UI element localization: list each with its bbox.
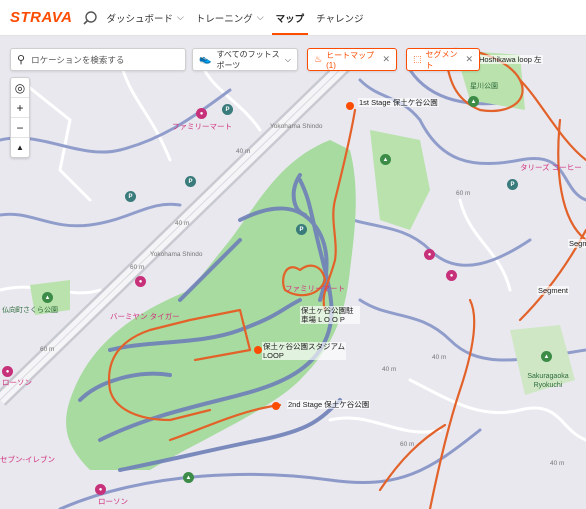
poi-familymart[interactable]: ファミリーマート [285,283,345,294]
nav-training-label: トレーニング [195,13,253,25]
segment-label[interactable]: Segment [537,286,570,295]
nav-challenges[interactable]: チャレンジ [316,0,363,35]
road-label: Yokohama Shindo [270,123,323,130]
road-label: 40 m [236,148,251,155]
heatmap-chip-label: ヒートマップ (1) [326,50,375,70]
chevron-down-icon: ⌵ [256,12,264,22]
nav-dashboard[interactable]: ダッシュボード ⌵ [106,0,183,35]
road-label: 40 m [550,460,565,467]
poi-lawson[interactable]: ローソン [98,496,128,507]
road-label: 60 m [400,441,415,448]
segment-icon: ⬚ [413,54,422,64]
shop-pin-icon[interactable]: ● [424,249,435,260]
segment-label[interactable]: 2nd Stage 保土ケ谷公園 [287,400,371,409]
road-label: 60 m [456,190,471,197]
close-icon[interactable]: ✕ [382,54,390,65]
park-pin-icon[interactable]: ▲ [380,154,391,165]
segment-start-icon[interactable] [346,102,354,110]
segment-label[interactable]: 保土ヶ谷公園駐車場 L O O P [300,306,360,324]
search-icon: ⚲ [17,54,26,66]
segment-chip[interactable]: ⬚ セグメント ✕ [406,48,480,71]
poi-restaurant[interactable]: バーミヤン タイガー [110,311,180,322]
segment-label[interactable]: 1st Stage 保土ケ谷公園 [358,98,439,107]
segment-label[interactable]: Segm [568,239,586,248]
poi-tullys[interactable]: タリーズ コーヒー [520,162,582,173]
park-pin-icon[interactable]: ▲ [42,292,53,303]
road-label: 60 m [130,264,145,271]
heatmap-chip[interactable]: ♨ ヒートマップ (1) ✕ [307,48,397,71]
chevron-down-icon: ⌵ [284,54,291,64]
nav-maps-label: マップ [275,13,305,25]
segment-label[interactable]: Hoshikawa loop 左 [478,55,543,64]
parking-pin-icon[interactable]: P [296,224,307,235]
segment-start-icon[interactable] [272,402,280,410]
parking-pin-icon[interactable]: P [507,179,518,190]
poi-seven-eleven[interactable]: セブン-イレブン [0,454,55,465]
shop-pin-icon[interactable]: ● [2,366,13,377]
road-label: 40 m [432,354,447,361]
segment-start-icon[interactable] [254,346,262,354]
segment-chip-label: セグメント [425,49,458,70]
nav-training[interactable]: トレーニング ⌵ [196,0,264,35]
sport-filter-dropdown[interactable]: 👟 すべてのフットスポーツ ⌵ [192,48,298,71]
chevron-down-icon: ⌵ [176,12,184,22]
top-navigation: STRAVA ダッシュボード ⌵ トレーニング ⌵ マップ チャレンジ [0,0,586,36]
segment-label[interactable]: 保土ヶ谷公園スタジアムLOOP [262,342,346,360]
location-search-placeholder: ロケーションを検索する [31,54,125,65]
road-label: Yokohama Shindo [150,251,203,258]
sport-filter-label: すべてのフットスポーツ [216,49,280,70]
map-drawing [0,36,586,509]
map-controls: ◎ + − ▲ [10,77,30,158]
road-label: 40 m [175,220,190,227]
strava-logo[interactable]: STRAVA [10,9,72,26]
road-label: 60 m [40,346,55,353]
park-pin-icon[interactable]: ▲ [183,472,194,483]
park-label: 仏向町さくら公園 [2,307,58,314]
nav-maps[interactable]: マップ [271,0,308,35]
parking-pin-icon[interactable]: P [185,176,196,187]
zoom-out-button[interactable]: − [11,118,29,138]
search-icon[interactable] [82,10,98,26]
locate-button[interactable]: ◎ [11,78,29,98]
park-pin-icon[interactable]: ▲ [468,96,479,107]
shop-pin-icon[interactable]: ● [196,108,207,119]
park-pin-icon[interactable]: ▲ [541,351,552,362]
shoe-icon: 👟 [199,54,212,65]
shop-pin-icon[interactable]: ● [446,270,457,281]
park-label: Sakuragaoka Ryokuchi [527,373,569,389]
parking-pin-icon[interactable]: P [222,104,233,115]
poi-lawson[interactable]: ローソン [2,377,32,388]
poi-familymart[interactable]: ファミリーマート [172,121,232,132]
shop-pin-icon[interactable]: ● [135,276,146,287]
road-label: 40 m [382,366,397,373]
compass-button[interactable]: ▲ [11,138,29,157]
heatmap-icon: ♨ [314,54,323,64]
zoom-in-button[interactable]: + [11,98,29,118]
close-icon[interactable]: ✕ [465,54,473,65]
parking-pin-icon[interactable]: P [125,191,136,202]
map-canvas[interactable]: ファミリーマート ファミリーマート バーミヤン タイガー ローソン ローソン セ… [0,36,586,509]
nav-challenges-label: チャレンジ [316,13,364,25]
shop-pin-icon[interactable]: ● [95,484,106,495]
park-label: 星川公園 [470,83,498,90]
location-search-input[interactable]: ⚲ ロケーションを検索する [10,48,186,71]
nav-dashboard-label: ダッシュボード [106,13,173,25]
